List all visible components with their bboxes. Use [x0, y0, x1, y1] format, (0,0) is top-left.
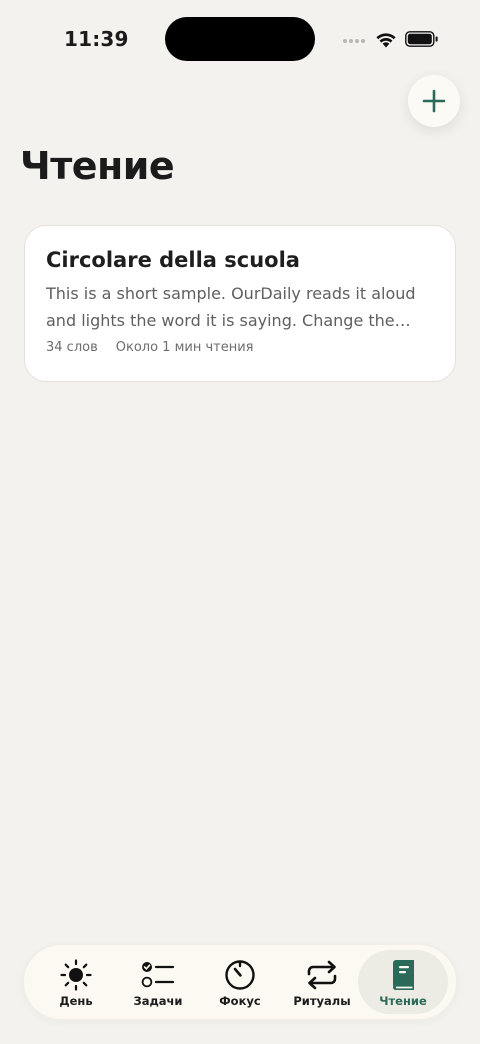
dynamic-island [165, 17, 315, 61]
tab-rituals[interactable]: Ритуалы [281, 950, 363, 1014]
tab-focus[interactable]: Фокус [199, 950, 281, 1014]
wifi-icon [376, 33, 396, 48]
read-time: Около 1 мин чтения [115, 340, 254, 355]
tab-label: Фокус [219, 994, 261, 1008]
tab-tasks[interactable]: Задачи [117, 950, 199, 1014]
tab-day[interactable]: День [35, 950, 117, 1014]
add-reading-button[interactable] [408, 75, 460, 127]
page-title: Чтение [20, 144, 175, 188]
tab-label: Задачи [133, 994, 183, 1008]
tab-label: Ритуалы [293, 994, 351, 1008]
tab-label: День [59, 994, 93, 1008]
reading-meta: 34 слов Около 1 мин чтения [46, 340, 434, 355]
word-count: 34 слов [46, 340, 98, 355]
timer-icon [225, 960, 255, 990]
plus-icon [422, 89, 446, 113]
reading-title: Circolare della scuola [46, 248, 300, 272]
battery-icon [405, 31, 438, 47]
tab-bar: День Задачи Фокус Ритуалы Чтение [24, 945, 456, 1019]
reading-excerpt: This is a short sample. OurDaily reads i… [46, 284, 416, 330]
cellular-signal-icon [343, 39, 367, 45]
status-time: 11:39 [64, 27, 129, 51]
book-icon [393, 960, 414, 991]
repeat-icon [307, 960, 337, 990]
sun-icon [60, 959, 92, 991]
status-bar: 11:39 [0, 0, 480, 80]
reading-card[interactable]: Circolare della scuola This is a short s… [24, 225, 456, 382]
tab-label: Чтение [379, 994, 427, 1008]
tab-reading[interactable]: Чтение [358, 950, 448, 1014]
task-list-icon [141, 962, 175, 988]
